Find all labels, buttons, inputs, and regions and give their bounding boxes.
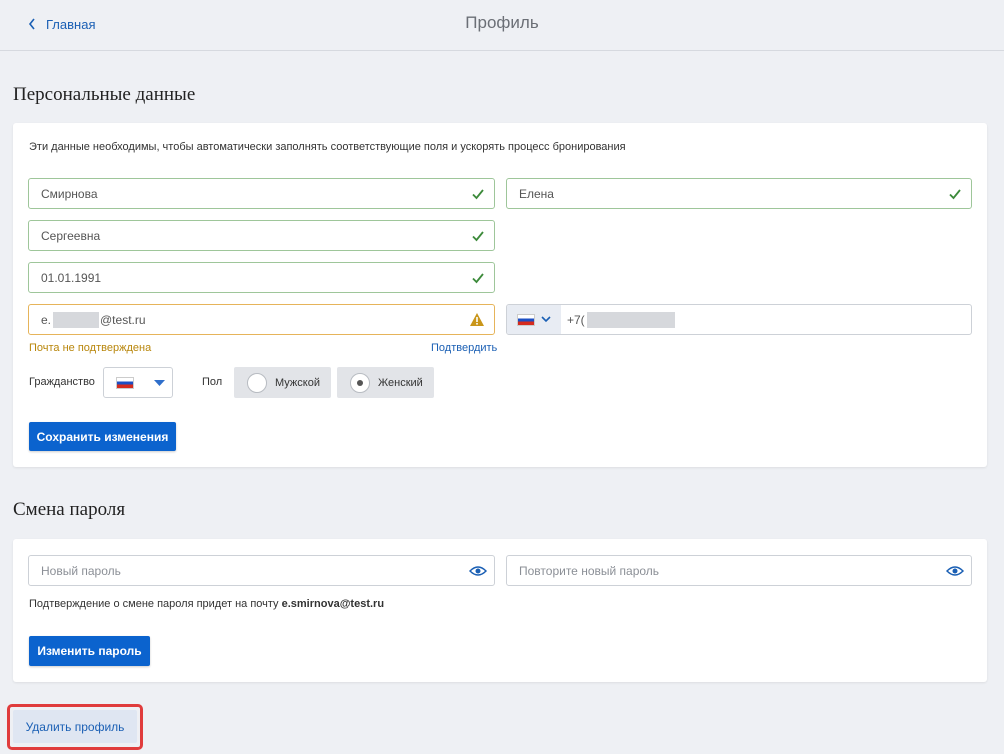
first-name-input[interactable] <box>507 179 971 208</box>
citizenship-label: Гражданство <box>29 376 95 388</box>
radio-unchecked-icon <box>247 372 267 393</box>
change-password-button[interactable]: Изменить пароль <box>29 636 150 666</box>
gender-female-label: Женский <box>378 376 423 389</box>
check-icon <box>949 189 961 200</box>
check-icon <box>472 231 484 242</box>
middle-name-input[interactable] <box>29 221 494 250</box>
password-confirm-note: Подтверждение о смене пароля придет на п… <box>29 598 384 610</box>
chevron-down-icon <box>541 316 551 323</box>
gender-label: Пол <box>202 376 223 388</box>
last-name-input[interactable] <box>29 179 494 208</box>
first-name-field[interactable] <box>506 178 972 209</box>
new-password-input[interactable] <box>29 556 494 585</box>
personal-section-title: Персональные данные <box>13 84 196 105</box>
email-status-text: Почта не подтверждена <box>29 342 152 354</box>
personal-card <box>13 123 987 467</box>
citizenship-select[interactable] <box>103 367 173 398</box>
phone-field[interactable]: +7( <box>506 304 972 335</box>
check-icon <box>472 189 484 200</box>
russia-flag-icon <box>517 313 535 326</box>
eye-icon[interactable] <box>946 564 964 578</box>
phone-redaction <box>587 312 675 328</box>
page-title: Профиль <box>465 13 539 32</box>
phone-country-select[interactable] <box>507 305 561 334</box>
new-password-field[interactable] <box>28 555 495 586</box>
personal-note: Эти данные необходимы, чтобы автоматичес… <box>29 141 626 153</box>
russia-flag-icon <box>116 376 134 389</box>
password-confirm-text: Подтверждение о смене пароля придет на п… <box>29 598 279 610</box>
top-bar: Главная Профиль <box>0 0 1004 51</box>
password-section-title: Смена пароля <box>13 499 126 520</box>
email-field[interactable]: e. @test.ru <box>28 304 495 335</box>
birth-date-field[interactable] <box>28 262 495 293</box>
gender-male-label: Мужской <box>275 376 320 389</box>
eye-icon[interactable] <box>469 564 487 578</box>
radio-checked-icon <box>350 372 370 393</box>
gender-female-option[interactable]: Женский <box>337 367 434 398</box>
birth-date-input[interactable] <box>29 263 494 292</box>
email-suffix: @test.ru <box>100 313 146 327</box>
phone-prefix: +7( <box>567 313 585 327</box>
repeat-password-input[interactable] <box>507 556 971 585</box>
gender-male-option[interactable]: Мужской <box>234 367 331 398</box>
last-name-field[interactable] <box>28 178 495 209</box>
check-icon <box>472 273 484 284</box>
middle-name-field[interactable] <box>28 220 495 251</box>
confirm-email-link[interactable]: Подтвердить <box>431 342 497 354</box>
save-changes-button[interactable]: Сохранить изменения <box>29 422 176 451</box>
email-prefix: e. <box>41 313 52 327</box>
caret-down-icon <box>154 379 165 386</box>
password-confirm-email: e.smirnova@test.ru <box>281 598 385 610</box>
repeat-password-field[interactable] <box>506 555 972 586</box>
warning-icon <box>470 313 484 326</box>
email-redaction <box>53 312 99 328</box>
delete-profile-button[interactable]: Удалить профиль <box>13 710 137 743</box>
